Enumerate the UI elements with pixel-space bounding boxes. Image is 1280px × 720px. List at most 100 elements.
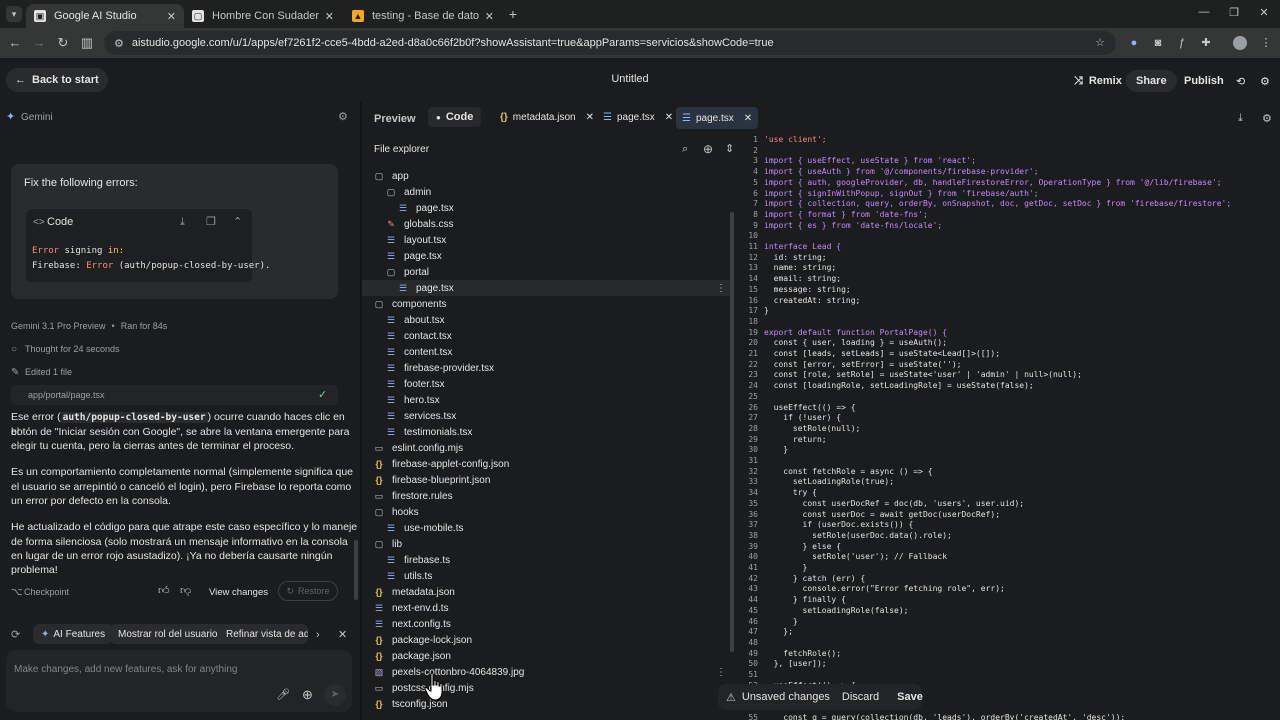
- close-tab-icon[interactable]: ✕: [167, 10, 176, 23]
- new-tab-icon[interactable]: +: [505, 6, 521, 22]
- chat-scrollbar[interactable]: [354, 540, 358, 600]
- close-file-tab-icon[interactable]: ✕: [586, 112, 594, 123]
- site-info-icon[interactable]: ⚙: [114, 37, 124, 50]
- file-row[interactable]: ☰ page.tsx ⋮: [362, 280, 732, 296]
- code-editor[interactable]: 1 'use client'; 2 3 import { useEffect, useS…: [736, 132, 1280, 720]
- file-row[interactable]: ▭ firestore.rules: [362, 488, 732, 504]
- forward-arrow-icon[interactable]: →: [30, 34, 48, 52]
- file-tab-page-1[interactable]: ☰ page.tsx ✕: [597, 107, 679, 127]
- tab-code[interactable]: ● Code: [428, 107, 482, 127]
- discard-button[interactable]: Discard: [842, 691, 879, 703]
- folder-row[interactable]: ▢ lib: [362, 536, 732, 552]
- file-row[interactable]: ☰ utils.ts: [362, 568, 732, 584]
- file-row[interactable]: ☰ next-env.d.ts: [362, 600, 732, 616]
- new-file-icon[interactable]: ⊕: [703, 142, 713, 156]
- close-file-tab-icon[interactable]: ✕: [665, 112, 673, 123]
- tab-preview[interactable]: Preview: [368, 109, 422, 129]
- file-row[interactable]: ☰ page.tsx: [362, 248, 732, 264]
- thumbs-down-icon[interactable]: 👎︎: [180, 584, 191, 599]
- ai-features-chip[interactable]: ✦ AI Features: [33, 624, 114, 644]
- close-suggestions-icon[interactable]: ✕: [338, 628, 347, 643]
- file-row[interactable]: {} package.json: [362, 648, 732, 664]
- browser-menu-icon[interactable]: ⋮: [1259, 36, 1273, 50]
- minimize-icon[interactable]: —: [1196, 6, 1212, 18]
- file-row[interactable]: ☰ testimonials.tsx: [362, 424, 732, 440]
- close-tab-icon[interactable]: ✕: [485, 10, 494, 23]
- history-icon[interactable]: ⟲: [1228, 70, 1253, 92]
- extension-script-icon[interactable]: ƒ: [1175, 36, 1189, 50]
- file-tab-page-2[interactable]: ☰ page.tsx ✕: [676, 107, 759, 129]
- thought-toggle[interactable]: Thought for 24 seconds: [25, 342, 120, 357]
- file-row[interactable]: ☰ firebase-provider.tsx: [362, 360, 732, 376]
- file-row[interactable]: ☰ footer.tsx: [362, 376, 732, 392]
- file-row[interactable]: ☰ content.tsx: [362, 344, 732, 360]
- view-changes-button[interactable]: View changes: [209, 585, 268, 600]
- collapse-chevron-icon[interactable]: ⌃: [233, 215, 242, 230]
- microphone-icon[interactable]: 🎤︎: [276, 688, 290, 703]
- address-bar[interactable]: ⚙ aistudio.google.com/u/1/apps/ef7261f2-…: [104, 31, 1116, 55]
- file-tab-metadata[interactable]: {} metadata.json ✕: [494, 107, 600, 127]
- remix-button[interactable]: ⤨ Remix: [1066, 70, 1130, 92]
- folder-row[interactable]: ▢ portal: [362, 264, 732, 280]
- file-row[interactable]: {} metadata.json: [362, 584, 732, 600]
- extensions-puzzle-icon[interactable]: ✚: [1199, 36, 1213, 50]
- thumbs-up-icon[interactable]: 👍︎: [158, 584, 170, 599]
- publish-button[interactable]: Publish: [1176, 70, 1232, 92]
- file-row[interactable]: ☰ use-mobile.ts: [362, 520, 732, 536]
- bookmark-star-icon[interactable]: ☆: [1093, 36, 1107, 50]
- send-button[interactable]: ➤: [324, 684, 346, 706]
- file-row[interactable]: ☰ about.tsx: [362, 312, 732, 328]
- composer-input[interactable]: Make changes, add new features, ask for …: [14, 662, 334, 677]
- folder-row[interactable]: ▢ admin: [362, 184, 732, 200]
- project-title[interactable]: Untitled: [560, 73, 700, 85]
- more-options-icon[interactable]: ⋮: [716, 667, 726, 678]
- file-row[interactable]: {} tsconfig.json: [362, 696, 732, 712]
- file-row[interactable]: ▭postcss.config.mjs: [362, 680, 732, 696]
- save-button[interactable]: Save: [897, 691, 923, 703]
- profile-avatar-icon[interactable]: [1233, 36, 1247, 50]
- editor-settings-icon[interactable]: ⚙: [1256, 108, 1278, 128]
- file-row[interactable]: ☰ firebase.ts: [362, 552, 732, 568]
- file-row[interactable]: {} firebase-applet-config.json: [362, 456, 732, 472]
- window-close-icon[interactable]: ✕: [1256, 6, 1272, 19]
- back-to-start-button[interactable]: ← Back to start: [6, 68, 108, 92]
- collapse-all-icon[interactable]: ⇕: [725, 142, 734, 155]
- download-code-icon[interactable]: ⤓: [1232, 108, 1249, 128]
- file-row[interactable]: ✎ globals.css: [362, 216, 732, 232]
- chips-scroll-right-icon[interactable]: ›: [316, 628, 320, 643]
- copy-icon[interactable]: ❐: [206, 215, 216, 230]
- file-row[interactable]: ☰ services.tsx: [362, 408, 732, 424]
- chat-settings-icon[interactable]: ⚙: [338, 110, 348, 125]
- file-row[interactable]: ☰ layout.tsx: [362, 232, 732, 248]
- download-icon[interactable]: ⤓: [180, 215, 185, 230]
- file-row[interactable]: {} package-lock.json: [362, 632, 732, 648]
- maximize-icon[interactable]: ❐: [1226, 6, 1242, 19]
- share-button[interactable]: Share: [1126, 70, 1177, 92]
- folder-row[interactable]: ▢ components: [362, 296, 732, 312]
- file-row[interactable]: ☰ contact.tsx: [362, 328, 732, 344]
- search-files-icon[interactable]: ⌕: [682, 143, 688, 156]
- more-options-icon[interactable]: ⋮: [716, 283, 726, 294]
- close-tab-icon[interactable]: ✕: [325, 10, 334, 23]
- file-row[interactable]: ☰ page.tsx: [362, 200, 732, 216]
- split-view-icon[interactable]: ▥: [78, 34, 96, 52]
- suggestion-chip-rol[interactable]: Mostrar rol del usuario: [110, 624, 226, 644]
- add-attachment-icon[interactable]: ⊕: [302, 687, 313, 702]
- folder-row[interactable]: ▢ app: [362, 168, 732, 184]
- extension-blue-icon[interactable]: ●: [1127, 36, 1141, 50]
- browser-tab-ai-studio[interactable]: ▣ Google AI Studio ✕: [26, 4, 184, 28]
- suggestions-refresh-icon[interactable]: ⟳: [11, 628, 20, 643]
- suggestion-chip-admin[interactable]: Refinar vista de adm: [218, 624, 308, 644]
- reload-icon[interactable]: ↻: [54, 34, 72, 52]
- folder-row[interactable]: ▢ hooks: [362, 504, 732, 520]
- file-row[interactable]: ☰ next.config.ts: [362, 616, 732, 632]
- restore-button[interactable]: ↻ Restore: [278, 581, 338, 601]
- explorer-scrollbar[interactable]: [730, 212, 734, 652]
- browser-tab-pexels[interactable]: ▢ Hombre Con Sudadera Negra ( ✕: [184, 4, 342, 28]
- file-row[interactable]: ▭ eslint.config.mjs: [362, 440, 732, 456]
- close-file-tab-icon[interactable]: ✕: [744, 113, 752, 124]
- back-arrow-icon[interactable]: ←: [6, 34, 24, 52]
- file-row[interactable]: ☰ hero.tsx: [362, 392, 732, 408]
- file-row[interactable]: {} firebase-blueprint.json: [362, 472, 732, 488]
- file-row[interactable]: ▨ pexels-cottonbro-4064839.jpg ⋮: [362, 664, 732, 680]
